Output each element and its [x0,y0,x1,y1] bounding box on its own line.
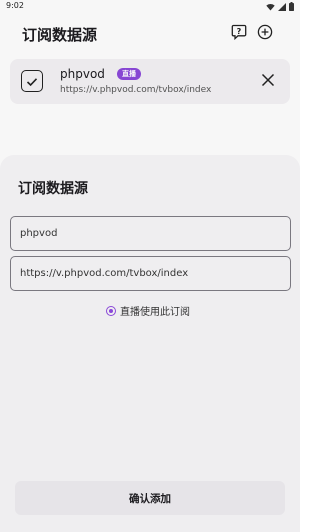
source-url-input[interactable] [10,256,291,291]
sheet-title: 订阅数据源 [18,181,88,197]
radio-dot [109,308,113,313]
confirm-add-button[interactable]: 确认添加 [15,481,285,515]
source-name-input[interactable] [10,216,291,251]
radio-label: 直播使用此订阅 [120,307,190,318]
add-source-sheet: 订阅数据源 直播使用此订阅 确认添加 [0,155,300,532]
live-use-radio[interactable]: 直播使用此订阅 [106,303,190,318]
screen: 9:02 订阅数据源 ? phpvod 直播 https://v.phpvod.… [0,0,300,532]
radio-selected-icon [106,305,116,316]
